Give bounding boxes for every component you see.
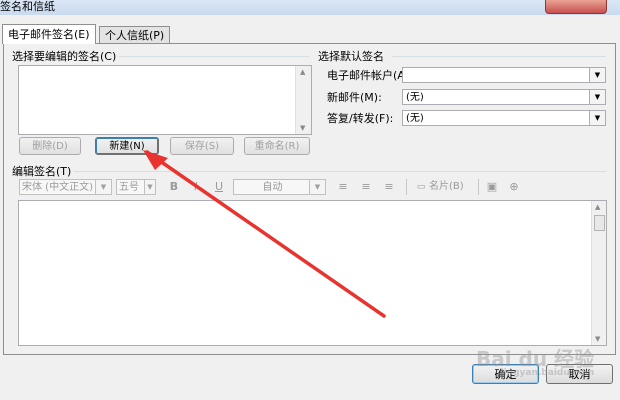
watermark-logo: Bai du 经验 jingyan.baidu.com [476,343,594,378]
scroll-down-icon[interactable]: ▼ [595,335,600,343]
title-bar: 签名和信纸 [0,0,620,15]
chevron-down-icon: ▼ [95,180,111,194]
scroll-up-icon[interactable]: ▲ [300,68,305,76]
divider [392,56,606,57]
scroll-thumb[interactable] [594,215,605,231]
edit-signature-label: 编辑签名(T) [12,165,72,178]
chevron-down-icon: ▼ [589,111,605,125]
new-messages-label: 新邮件(M): [327,91,382,104]
toolbar-separator [478,179,479,195]
editor-scrollbar[interactable]: ▲ ▼ [591,201,606,345]
list-scrollbar[interactable]: ▲ ▼ [295,66,311,134]
select-signature-label: 选择要编辑的签名(C) [12,50,117,63]
new-messages-value: (无) [406,92,424,103]
toolbar-separator [406,179,407,195]
delete-button[interactable]: 删除(D) [19,137,81,155]
rename-button[interactable]: 重命名(R) [244,137,310,155]
align-left-icon[interactable]: ≡ [336,179,350,195]
signature-list[interactable]: ▲ ▼ [18,65,312,135]
chevron-down-icon: ▼ [589,68,605,82]
replies-forwards-value: (无) [406,113,424,124]
chevron-down-icon: ▼ [309,180,325,194]
font-color-value: 自动 [262,182,283,193]
chevron-down-icon: ▼ [589,90,605,104]
insert-picture-icon[interactable]: ▣ [485,179,499,195]
divider [74,171,606,172]
save-button[interactable]: 保存(S) [170,137,234,155]
font-select[interactable]: 宋体 (中文正文) ▼ [19,179,112,195]
underline-button[interactable]: U [212,179,226,195]
font-color-select[interactable]: 自动 ▼ [233,179,326,195]
replies-forwards-select[interactable]: (无) ▼ [402,110,606,126]
new-button[interactable]: 新建(N) [95,137,159,155]
scroll-down-icon[interactable]: ▼ [300,124,305,132]
business-card-button[interactable]: 名片(B) [429,179,471,195]
chevron-down-icon: ▼ [144,180,155,194]
email-account-select[interactable]: ▼ [402,67,606,83]
font-size-value: 五号 [119,182,139,193]
divider [119,56,309,57]
align-center-icon[interactable]: ≡ [359,179,373,195]
align-right-icon[interactable]: ≡ [382,179,396,195]
tab-email-signature[interactable]: 电子邮件签名(E) [2,24,96,44]
replies-forwards-label: 答复/转发(F): [327,112,394,125]
tab-panel: 选择要编辑的签名(C) ▲ ▼ 删除(D) 新建(N) 保存(S) 重命名(R)… [3,43,616,355]
window-close-button[interactable] [545,0,607,14]
window-title: 签名和信纸 [0,0,55,13]
font-value: 宋体 (中文正文) [22,182,93,193]
email-account-label: 电子邮件帐户(A): [327,69,413,82]
font-size-select[interactable]: 五号 ▼ [116,179,156,195]
insert-hyperlink-icon[interactable]: ⊕ [507,179,521,195]
tab-personal-stationery[interactable]: 个人信纸(P) [99,26,171,43]
scroll-up-icon[interactable]: ▲ [595,203,600,211]
signature-editor[interactable]: ▲ ▼ [18,200,607,346]
business-card-icon: ▭ [416,182,426,192]
bold-button[interactable]: B [167,179,181,195]
italic-button[interactable]: I [189,179,203,195]
default-signature-label: 选择默认签名 [318,50,384,63]
new-messages-select[interactable]: (无) ▼ [402,89,606,105]
